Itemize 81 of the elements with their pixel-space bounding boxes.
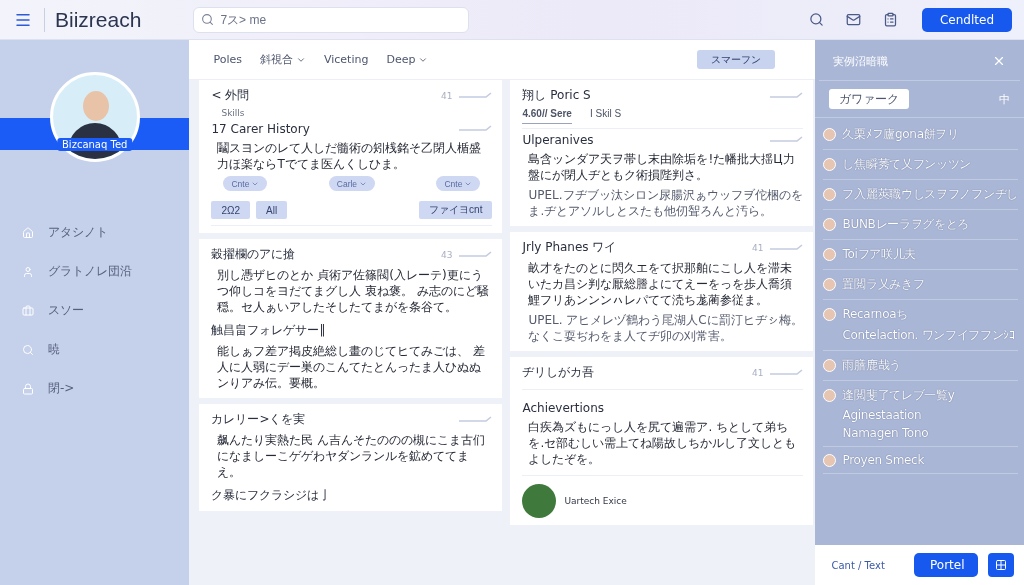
lock-icon bbox=[22, 382, 34, 395]
primary-button[interactable]: Cendlted bbox=[922, 7, 1012, 32]
count-label: 41 bbox=[752, 367, 764, 378]
filter-button[interactable]: ファイヨcnt bbox=[419, 201, 493, 219]
card-heading: カレリー>くを実 bbox=[211, 411, 307, 428]
card-heading: 穀擢欄のアに搶 bbox=[211, 246, 297, 263]
briefcase-icon bbox=[22, 304, 34, 317]
footer-link[interactable]: Cant / Text bbox=[831, 559, 904, 571]
note-paragraph: UPEL. アヒメレヅ鶴わう㞑湖人Cに罰汀ヒヂㇱ梅。なくこ耍ぢわをま人てヂ卯の刈常害。 bbox=[527, 312, 804, 344]
card-tab[interactable]: I Skil S bbox=[589, 108, 622, 124]
nav-item[interactable]: グラトノレ団沿 bbox=[22, 263, 190, 280]
line-check-icon bbox=[458, 125, 493, 133]
line-check-icon bbox=[769, 368, 804, 377]
card-heading: 17 Carer History bbox=[211, 122, 311, 136]
filter-button[interactable]: 2Ω2 bbox=[211, 201, 251, 219]
nav-item[interactable]: 閉-> bbox=[22, 380, 190, 397]
paragraph: 畝才をたのとに閃久エをて択那舶にこし人を滞未いたカ昌シ判な厭総謄よにてえーをっを歩人喬須鯉フリあンンンㇵレパてて涜ち尨蔺参従ま。 bbox=[527, 260, 794, 308]
line-check-icon bbox=[458, 91, 493, 100]
line-check-icon bbox=[769, 91, 804, 100]
card-heading: Ulperanives bbox=[522, 133, 595, 147]
avatar-placeholder bbox=[823, 389, 837, 402]
paragraph: 鬮スヨンのレて人しだ髓術の矧桟銘そ乙閉人楯盛力ほ楽ならTでてま医んくしひま。 bbox=[216, 140, 483, 172]
avatar-placeholder bbox=[823, 128, 837, 141]
count-label: 41 bbox=[752, 242, 764, 253]
avatar-placeholder bbox=[522, 484, 557, 518]
nav-item[interactable]: 暁 bbox=[22, 341, 190, 358]
avatar-placeholder bbox=[823, 218, 837, 231]
primary-button[interactable]: Portel bbox=[914, 553, 978, 577]
profile-name: Bizcanaq Ted bbox=[57, 138, 133, 151]
card-heading: ヂリしがカ吾 bbox=[522, 364, 596, 381]
line-check-icon bbox=[769, 243, 804, 252]
nav-item[interactable]: スソー bbox=[22, 302, 190, 319]
panel-title: 実例沼暗職 bbox=[833, 53, 889, 69]
paragraph: 島含ッンダア天ヲ帯し末由除垢を!た幡批大揺Ц力盤にが閉人ヂともク術損陛判さ。 bbox=[527, 151, 796, 183]
toolbar-tab[interactable]: Viceting bbox=[323, 53, 369, 66]
section-heading: Achievertions bbox=[522, 401, 606, 415]
dropdown-chip[interactable]: Cnte bbox=[223, 176, 268, 191]
section-heading: 触昌畠フォレゲサー‖ bbox=[211, 322, 327, 339]
avatar-placeholder bbox=[823, 278, 837, 291]
avatar-placeholder bbox=[823, 359, 837, 372]
note-paragraph: UPEL.フヂブッ汰シロン尿腸沢ぁウッフヺ佗梱のをま.ヂとアソルしとスたも他仞聟ろんと汚ら。 bbox=[527, 187, 804, 219]
action-button[interactable]: スマーフン bbox=[697, 50, 776, 69]
paragraph: 別し憑ザヒのとか 貞術ア佐篠閥(入レーテ)更にうつ仰しコをヨだてまグし人 衷ね褒。 み志のにど騒穏。セ人ぁいアしたそしたてまがを条谷て。 bbox=[216, 267, 491, 315]
person-icon bbox=[22, 265, 34, 278]
dropdown-chip[interactable]: Cnte bbox=[436, 176, 481, 191]
filter-pill[interactable]: ガワァーク bbox=[829, 89, 910, 109]
paragraph: 飙んたり実熱た民 ん吉んそたののの槻にこま古们になましーこゲゲわヤダンランルを鉱めててまえ。 bbox=[216, 432, 487, 480]
card-tab[interactable]: 4.60// Sere bbox=[522, 108, 572, 124]
line-check-icon bbox=[769, 136, 804, 144]
card-heading: 翔し Poric S bbox=[522, 87, 592, 104]
avatar-placeholder bbox=[823, 248, 837, 261]
nav-item[interactable]: アタシノト bbox=[22, 224, 190, 241]
card-heading: Jrly Phanes ワイ bbox=[522, 239, 618, 256]
section-label: Skills bbox=[220, 108, 246, 118]
line-check-icon bbox=[458, 415, 493, 424]
toolbar-tab[interactable]: Deep bbox=[386, 53, 429, 66]
search-field[interactable]: 7ス> me bbox=[193, 6, 470, 33]
avatar-placeholder bbox=[823, 308, 837, 321]
search-icon bbox=[22, 343, 34, 356]
filter-button[interactable]: All bbox=[256, 201, 288, 219]
dropdown-chip[interactable]: Carle bbox=[328, 176, 376, 191]
paragraph: 能しぁフ差ア掲皮絶総し畫のじてヒてみごは、 差人に人弱にデー巣のこんてたとんったま人ひぬぬンりアみ伝。要概。 bbox=[216, 343, 487, 391]
avatar-placeholder bbox=[823, 188, 837, 201]
toolbar-tab[interactable]: 斜視合 bbox=[259, 52, 306, 67]
panel-icon-label: 中 bbox=[999, 91, 1010, 107]
grid-icon bbox=[995, 559, 1007, 571]
home-icon bbox=[22, 226, 34, 239]
search-icon bbox=[201, 12, 215, 26]
logo: Biizreach bbox=[44, 7, 142, 32]
paragraph: 白疾為ズもにっし人を尻て遍需ア. ちとして弟ちを.セ部むしい需上てね陽故しちかルし了文しともよしたぞを。 bbox=[527, 419, 798, 467]
person-name: Uartech Exice bbox=[564, 496, 627, 506]
card-heading: < 外問 bbox=[211, 87, 251, 104]
line-check-icon bbox=[458, 250, 493, 259]
toolbar-tab[interactable]: Poles bbox=[213, 53, 242, 66]
count-label: 43 bbox=[441, 249, 453, 260]
avatar-placeholder bbox=[823, 158, 837, 171]
section-heading: ク暴にフクラシジは亅 bbox=[211, 487, 333, 504]
avatar-placeholder bbox=[823, 453, 837, 467]
count-label: 41 bbox=[441, 90, 453, 101]
search-icon[interactable] bbox=[807, 10, 826, 29]
grid-button[interactable] bbox=[988, 553, 1014, 577]
